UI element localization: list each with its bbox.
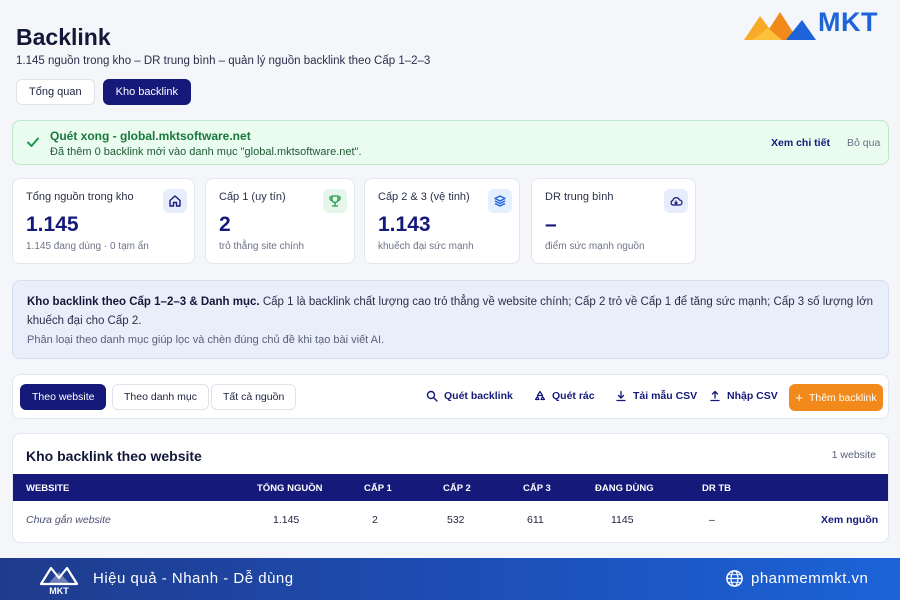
info-panel: Kho backlink theo Cấp 1–2–3 & Danh mục. … bbox=[12, 280, 889, 359]
filter-by-category[interactable]: Theo danh mục bbox=[112, 384, 209, 410]
filter-by-website[interactable]: Theo website bbox=[20, 384, 107, 410]
cell-tier1: 2 bbox=[372, 514, 378, 526]
scan-success-alert: Quét xong - global.mktsoftware.net Đã th… bbox=[12, 120, 889, 165]
recycle-icon bbox=[534, 390, 546, 401]
backlink-toolbar: Theo website Theo danh mục Tất cả nguồn … bbox=[12, 374, 889, 419]
alert-text: Đã thêm 0 backlink mới vào danh mục "glo… bbox=[50, 146, 362, 158]
scan-spam-button[interactable]: Quét rác bbox=[534, 390, 595, 402]
stat-value: 2 bbox=[219, 213, 231, 236]
globe-icon bbox=[726, 570, 743, 587]
stat-card-avg-dr: DR trung bình – điểm sức mạnh nguồn bbox=[531, 178, 696, 264]
cell-total: 1.145 bbox=[273, 514, 300, 526]
stat-note: trỏ thẳng site chính bbox=[219, 241, 305, 252]
stat-label: Cấp 1 (uy tín) bbox=[219, 191, 286, 203]
plus-icon: + bbox=[795, 390, 803, 405]
stat-label: Tổng nguồn trong kho bbox=[26, 191, 134, 203]
cell-tier2: 532 bbox=[447, 514, 465, 526]
add-backlink-label: Thêm backlink bbox=[808, 391, 877, 404]
column-header: TỔNG NGUỒN bbox=[257, 483, 323, 494]
backlink-table-panel: Kho backlink theo website 1 website WEBS… bbox=[12, 433, 889, 543]
stat-value: 1.143 bbox=[378, 213, 431, 236]
table-row: Chưa gắn website 1.145 2 532 611 1145 – … bbox=[13, 501, 888, 535]
stat-value: 1.145 bbox=[26, 213, 79, 236]
stat-card-tier23: Cấp 2 & 3 (vệ tinh) 1.143 khuếch đại sức… bbox=[364, 178, 520, 264]
footer-website: phanmemmkt.vn bbox=[751, 570, 869, 587]
cell-website: Chưa gắn website bbox=[26, 514, 111, 526]
search-icon bbox=[426, 390, 438, 402]
import-csv-button[interactable]: Nhập CSV bbox=[709, 390, 778, 402]
scan-backlink-button[interactable]: Quét backlink bbox=[426, 390, 513, 402]
column-header: DR TB bbox=[702, 483, 732, 494]
trophy-icon bbox=[323, 189, 347, 213]
footer-banner: MKT Hiệu quả - Nhanh - Dễ dùng phanmemmk… bbox=[0, 558, 900, 600]
info-text: Kho backlink theo Cấp 1–2–3 & Danh mục. … bbox=[27, 293, 874, 331]
download-template-label: Tải mẫu CSV bbox=[633, 390, 698, 402]
column-header: CẤP 1 bbox=[364, 483, 392, 494]
page-subtitle: 1.145 nguồn trong kho – DR trung bình – … bbox=[16, 55, 431, 67]
column-header: CẤP 2 bbox=[443, 483, 471, 494]
stat-card-total: Tổng nguồn trong kho 1.145 1.145 đang dù… bbox=[12, 178, 195, 264]
stat-note: 1.145 đang dùng · 0 tạm ẩn bbox=[26, 241, 149, 252]
table-title: Kho backlink theo website bbox=[26, 448, 202, 464]
layers-icon bbox=[488, 189, 512, 213]
stat-value: – bbox=[545, 213, 557, 236]
stat-card-tier1: Cấp 1 (uy tín) 2 trỏ thẳng site chính bbox=[205, 178, 355, 264]
add-backlink-button[interactable]: + Thêm backlink bbox=[789, 384, 883, 411]
logo-text: MKT bbox=[818, 7, 878, 37]
upload-icon bbox=[710, 390, 720, 402]
website-count: 1 website bbox=[831, 449, 876, 461]
filter-all-sources[interactable]: Tất cả nguồn bbox=[211, 384, 297, 410]
footer-logo-text: MKT bbox=[49, 586, 69, 596]
dismiss-button[interactable]: Bỏ qua bbox=[847, 137, 880, 149]
view-details-button[interactable]: Xem chi tiết bbox=[771, 137, 830, 149]
import-csv-label: Nhập CSV bbox=[727, 390, 778, 402]
cell-dr: – bbox=[709, 514, 715, 526]
backlink-page: Backlink 1.145 nguồn trong kho – DR trun… bbox=[0, 0, 900, 558]
scan-spam-label: Quét rác bbox=[552, 390, 595, 402]
mkt-footer-logo: MKT bbox=[39, 566, 79, 596]
column-header: CẤP 3 bbox=[523, 483, 551, 494]
cell-tier3: 611 bbox=[527, 514, 544, 526]
check-icon bbox=[27, 137, 39, 147]
cell-active: 1145 bbox=[611, 514, 634, 526]
download-template-button[interactable]: Tải mẫu CSV bbox=[615, 390, 697, 402]
info-note: Phân loại theo danh mục giúp lọc và chèn… bbox=[27, 334, 385, 346]
alert-title: Quét xong - global.mktsoftware.net bbox=[50, 129, 251, 143]
footer-tagline: Hiệu quả - Nhanh - Dễ dùng bbox=[93, 570, 294, 587]
table-header: WEBSITE TỔNG NGUỒN CẤP 1 CẤP 2 CẤP 3 ĐAN… bbox=[13, 474, 888, 501]
stat-note: điểm sức mạnh nguồn bbox=[545, 241, 645, 252]
stat-label: Cấp 2 & 3 (vệ tinh) bbox=[378, 191, 470, 203]
tab-overview[interactable]: Tổng quan bbox=[16, 79, 95, 105]
stat-note: khuếch đại sức mạnh bbox=[378, 241, 474, 252]
view-sources-link[interactable]: Xem nguồn bbox=[821, 514, 878, 526]
home-icon bbox=[163, 189, 187, 213]
scan-backlink-label: Quét backlink bbox=[444, 390, 513, 402]
page-title: Backlink bbox=[16, 24, 111, 50]
column-header: ĐANG DÙNG bbox=[595, 483, 654, 494]
info-heading: Kho backlink theo Cấp 1–2–3 & Danh mục. bbox=[27, 296, 260, 308]
page-tabs: Tổng quan Kho backlink bbox=[16, 79, 191, 105]
cloud-icon bbox=[664, 189, 688, 213]
column-header: WEBSITE bbox=[26, 483, 70, 494]
download-icon bbox=[616, 390, 626, 402]
stat-label: DR trung bình bbox=[545, 191, 614, 203]
tab-backlink-store[interactable]: Kho backlink bbox=[102, 79, 191, 105]
